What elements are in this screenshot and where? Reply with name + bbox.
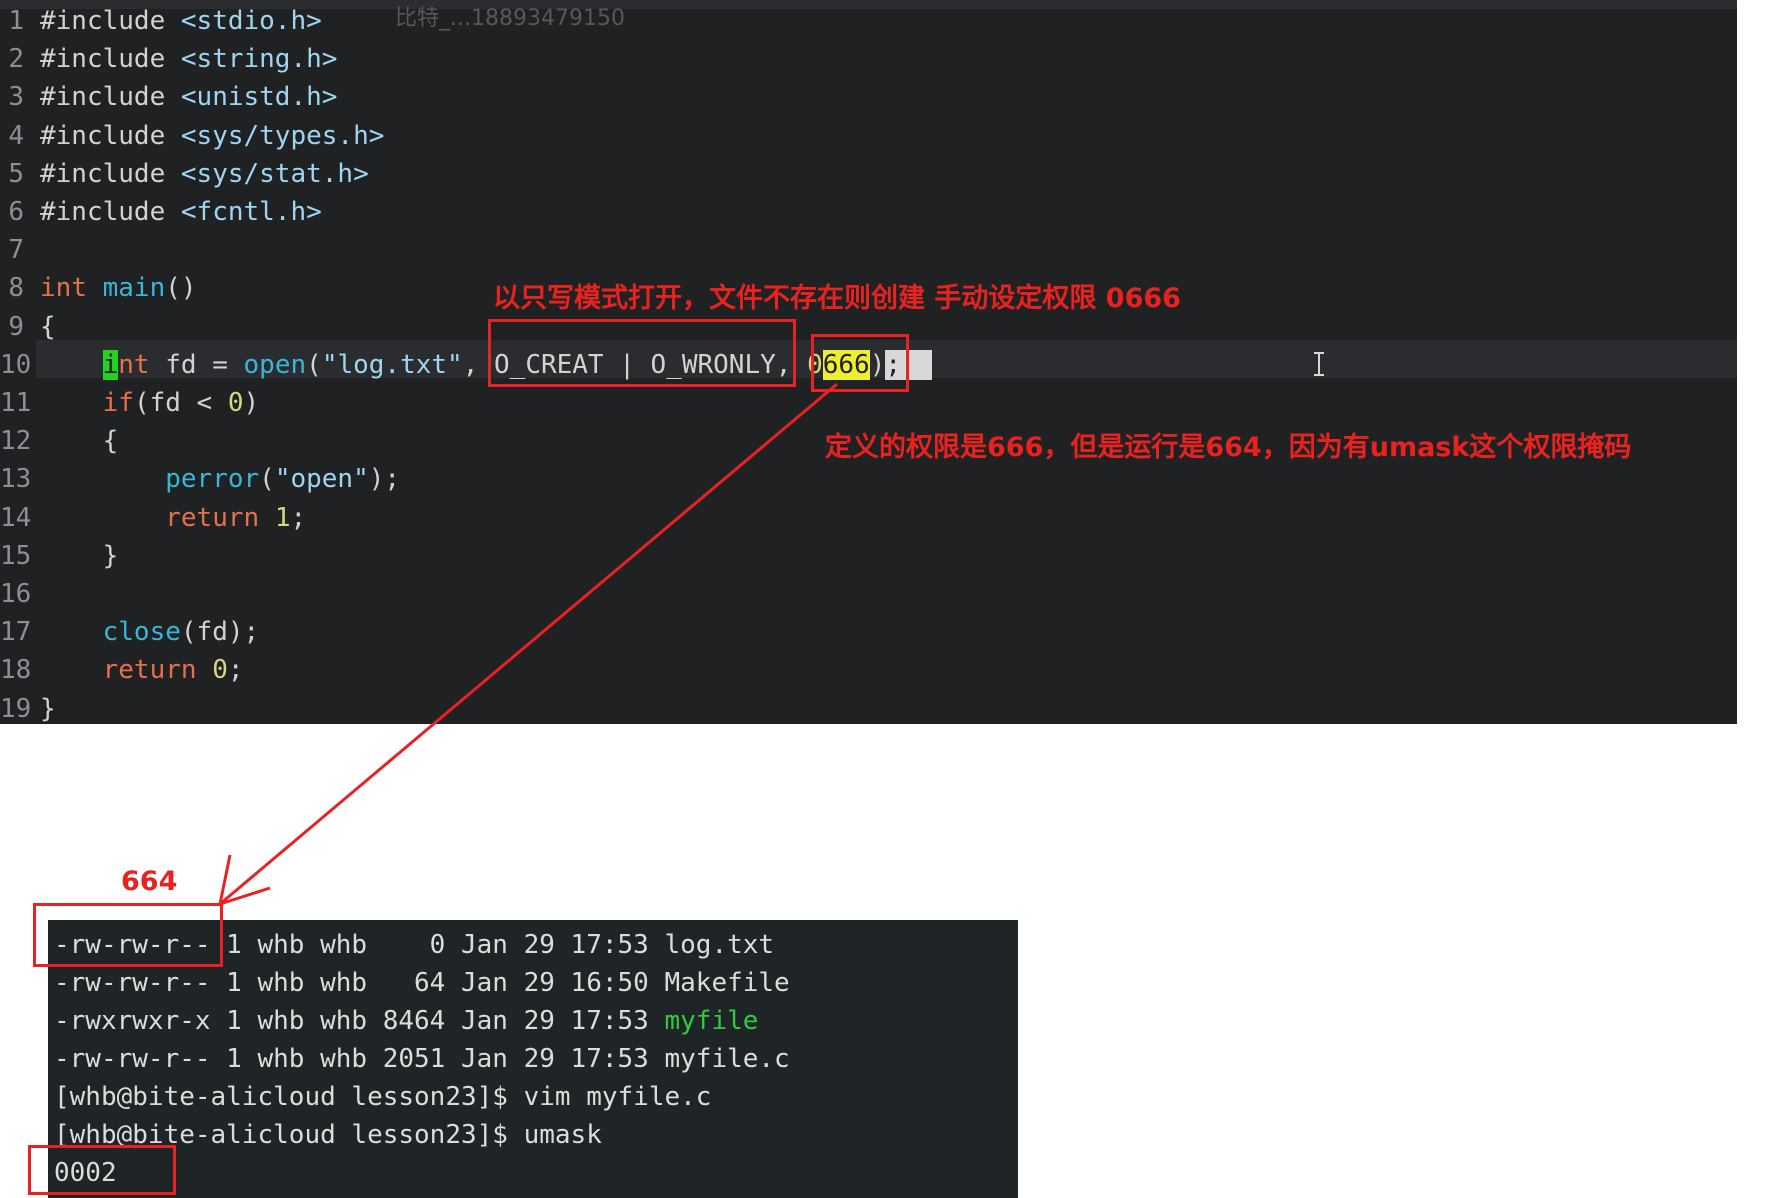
- annotation-arrow: [218, 382, 838, 906]
